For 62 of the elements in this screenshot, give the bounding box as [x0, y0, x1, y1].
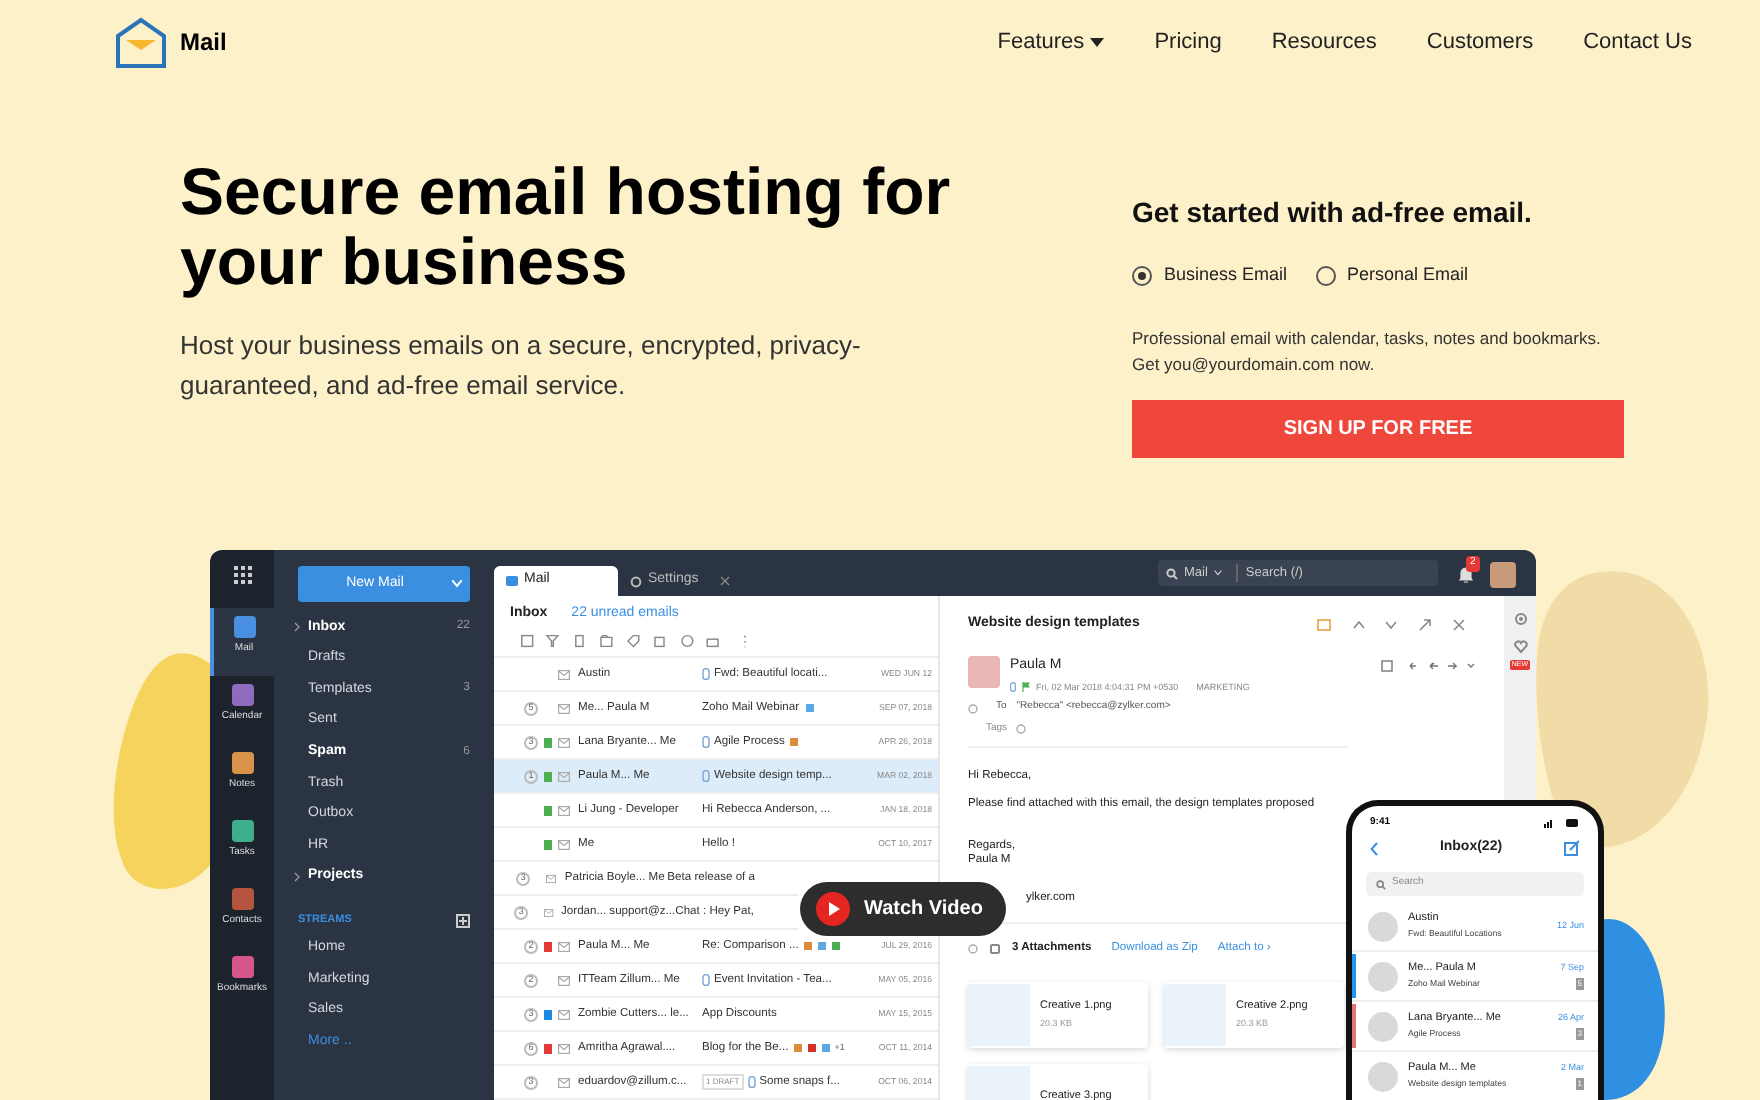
signup-heading: Get started with ad-free email. — [1132, 194, 1534, 232]
envelope-icon — [558, 703, 570, 713]
attachment-icon — [747, 1076, 756, 1088]
bell-icon[interactable] — [1458, 566, 1474, 584]
nav-link[interactable]: Features — [997, 25, 1105, 59]
close-icon[interactable] — [720, 576, 731, 586]
attachment-icon — [1010, 682, 1016, 693]
hero-title: Secure email hosting for your business — [180, 156, 953, 296]
avatar — [1368, 911, 1398, 941]
checkbox[interactable] — [990, 944, 1000, 955]
envelope-icon — [558, 737, 570, 747]
avatar — [1368, 961, 1398, 991]
envelope-icon — [558, 771, 570, 781]
search-icon — [1166, 567, 1178, 579]
avatar — [1368, 1011, 1398, 1041]
reply-actions-icons-drawing — [1380, 660, 1476, 673]
nav-link[interactable]: Customers — [1426, 25, 1534, 59]
image-thumbnail — [968, 984, 1030, 1046]
envelope-icon — [558, 669, 570, 679]
image-thumbnail — [1164, 984, 1226, 1046]
envelope-icon — [558, 805, 570, 815]
search-icon — [1376, 879, 1386, 889]
status-icons-drawing — [1544, 818, 1580, 828]
caret-down-icon — [1090, 37, 1105, 47]
envelope-icon — [543, 907, 554, 917]
chevron-right-icon — [294, 872, 300, 883]
attachment-icon — [702, 974, 710, 986]
sender-avatar — [968, 656, 1000, 688]
nav-link[interactable]: Pricing — [1154, 25, 1222, 59]
nav-link[interactable]: Contact Us — [1583, 25, 1692, 59]
envelope-icon — [546, 873, 557, 883]
tag-icon — [1015, 724, 1026, 734]
nav-link[interactable]: Resources — [1271, 25, 1377, 59]
envelope-icon — [558, 1077, 570, 1087]
hero-subtitle: Host your business emails on a secure, encrypted, privacy-guaranteed, and ad-free email service. — [180, 328, 863, 404]
attachment-icon — [702, 668, 710, 680]
email-type-radio[interactable]: Business Email — [1132, 262, 1288, 289]
chevron-right-icon — [294, 622, 300, 633]
watch-video-button[interactable]: Watch Video — [800, 882, 1006, 936]
signup-description: Professional email with calendar, tasks, notes and bookmarks. Get you@yourdomain.com now. — [1132, 325, 1603, 377]
mail-icon — [506, 576, 518, 586]
avatar — [1368, 1061, 1398, 1091]
heart-icon[interactable] — [1513, 640, 1527, 654]
envelope-icon — [558, 941, 570, 951]
brand-name: Mail — [180, 26, 227, 60]
attachment-icon — [702, 770, 710, 782]
email-type-radio[interactable]: Personal Email — [1315, 262, 1469, 289]
attachment-icon — [702, 736, 710, 748]
apps-grid-icon[interactable] — [233, 566, 251, 584]
caret-down-icon — [1213, 570, 1222, 576]
compose-icon[interactable] — [1564, 840, 1580, 856]
signup-button[interactable]: SIGN UP FOR FREE — [1132, 399, 1624, 457]
add-icon[interactable] — [456, 913, 470, 928]
caret-down-icon — [452, 580, 462, 588]
envelope-logo-icon — [114, 15, 168, 69]
envelope-icon — [558, 1009, 570, 1019]
back-icon[interactable] — [1370, 841, 1378, 855]
flag-icon — [1022, 682, 1030, 693]
envelope-icon — [558, 839, 570, 849]
play-icon — [816, 892, 850, 926]
envelope-icon — [558, 975, 570, 985]
envelope-icon — [558, 1043, 570, 1053]
